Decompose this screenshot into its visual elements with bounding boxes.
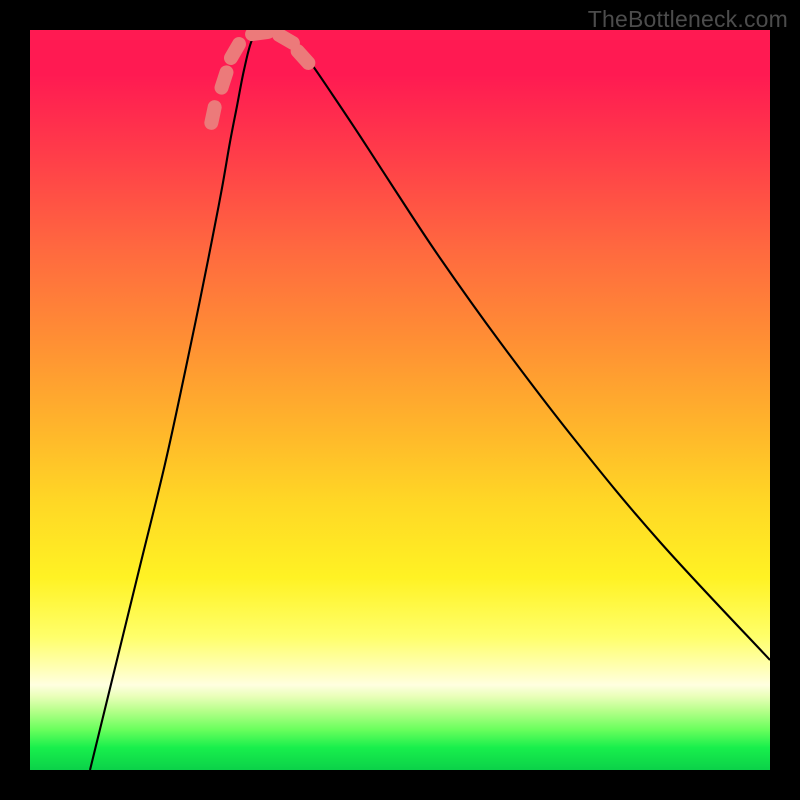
chart-frame: TheBottleneck.com bbox=[0, 0, 800, 800]
curve-marker bbox=[213, 64, 236, 97]
curve-marker bbox=[244, 30, 276, 42]
bottleneck-curve bbox=[90, 30, 770, 770]
curve-marker bbox=[221, 35, 248, 68]
watermark-text: TheBottleneck.com bbox=[588, 6, 788, 33]
curve-markers bbox=[203, 30, 318, 131]
curve-marker bbox=[203, 99, 223, 131]
plot-area bbox=[30, 30, 770, 770]
chart-svg bbox=[30, 30, 770, 770]
